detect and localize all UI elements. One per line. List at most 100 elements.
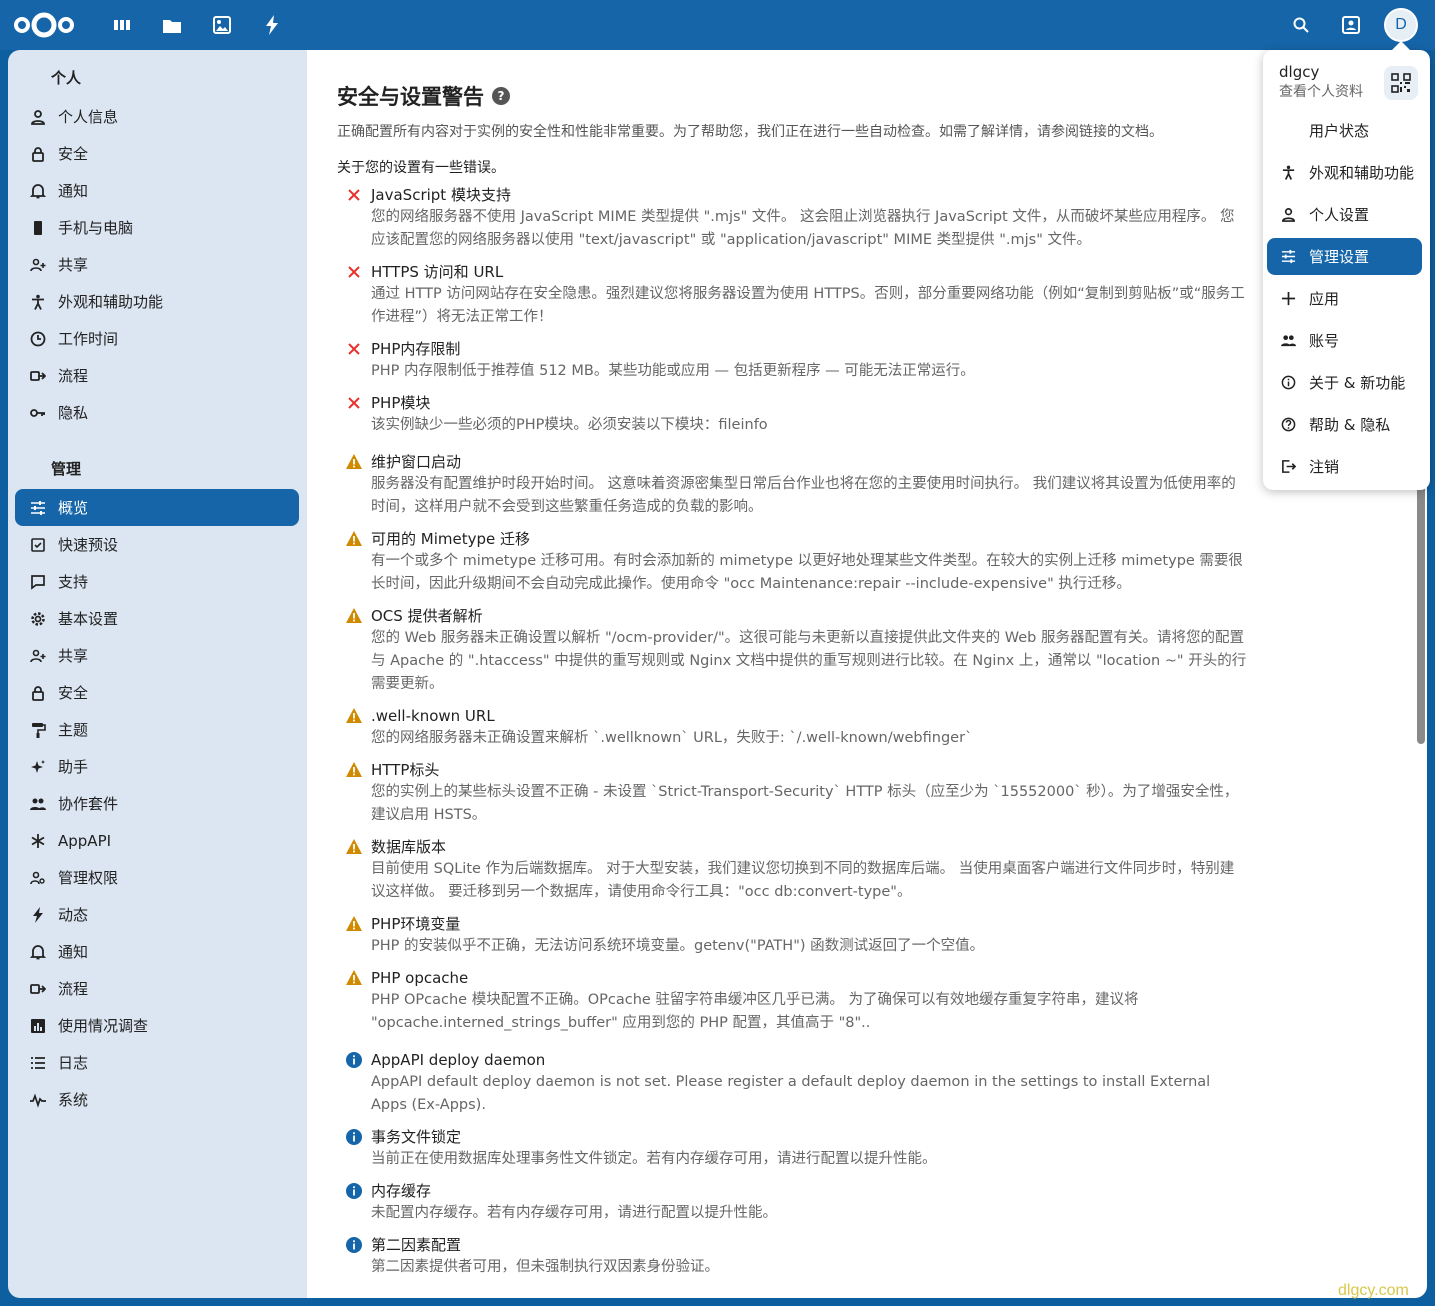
sidebar-item-collabora[interactable]: 协作套件 xyxy=(15,785,299,822)
sidebar-item-personal-info[interactable]: 个人信息 xyxy=(15,98,299,135)
check-item: 第二因素配置 第二因素提供者可用，但未强制执行双因素身份验证。 xyxy=(337,1234,1247,1279)
sidebar-item-admin-notifications[interactable]: 通知 xyxy=(15,933,299,970)
menu-item-user-status[interactable]: 用户状态 xyxy=(1267,112,1422,149)
sidebar-item-activity[interactable]: 动态 xyxy=(15,896,299,933)
sidebar-item-label: 使用情况调查 xyxy=(58,1017,149,1035)
sidebar-item-label: 系统 xyxy=(58,1091,89,1109)
sidebar-item-overview[interactable]: 概览 xyxy=(15,489,299,526)
help-icon[interactable]: ? xyxy=(492,87,510,105)
accessibility-icon xyxy=(29,293,47,311)
sidebar-item-sharing[interactable]: 共享 xyxy=(15,246,299,283)
sidebar-item-logging[interactable]: 日志 xyxy=(15,1044,299,1081)
sidebar-item-label: 管理权限 xyxy=(58,869,119,887)
menu-item-apps[interactable]: 应用 xyxy=(1267,280,1422,317)
sidebar-item-label: 隐私 xyxy=(58,404,89,422)
top-header: D xyxy=(0,0,1435,50)
settings-sidebar: 个人 个人信息 安全 通知 手机与电脑 共享 外观和辅助功能 工作时间 流程 隐… xyxy=(8,50,307,1298)
sidebar-item-admin-rights[interactable]: 管理权限 xyxy=(15,859,299,896)
sidebar-item-system[interactable]: 系统 xyxy=(15,1081,299,1118)
lock-icon xyxy=(29,145,47,163)
check-item: OCS 提供者解析 您的 Web 服务器未正确设置以解析 "/ocm-provid… xyxy=(337,605,1247,696)
check-description: 目前使用 SQLite 作为后端数据库。 对于大型安装，我们建议您切换到不同的数… xyxy=(371,861,1235,900)
sidebar-item-mobile-desktop[interactable]: 手机与电脑 xyxy=(15,209,299,246)
sidebar-item-label: 概览 xyxy=(58,499,89,517)
contacts-icon[interactable] xyxy=(1338,12,1364,38)
sidebar-item-label: 日志 xyxy=(58,1054,89,1072)
sidebar-item-admin-sharing[interactable]: 共享 xyxy=(15,637,299,674)
files-icon[interactable] xyxy=(159,12,185,38)
menu-item-help[interactable]: 帮助 & 隐私 xyxy=(1267,406,1422,443)
menu-item-appearance[interactable]: 外观和辅助功能 xyxy=(1267,154,1422,191)
menu-item-label: 账号 xyxy=(1309,332,1340,350)
avatar-initial: D xyxy=(1395,16,1407,33)
check-description: 您的 Web 服务器未正确设置以解析 "/ocm-provider/"。这很可能… xyxy=(371,630,1247,692)
activity-icon[interactable] xyxy=(259,12,285,38)
check-title: .well-known URL xyxy=(371,707,495,725)
menu-item-admin-settings[interactable]: 管理设置 xyxy=(1267,238,1422,275)
check-title: 数据库版本 xyxy=(371,838,447,856)
page-title: 安全与设置警告 ? xyxy=(337,80,1247,112)
sidebar-item-admin-flow[interactable]: 流程 xyxy=(15,970,299,1007)
warning-icon xyxy=(345,838,363,856)
bar-chart-icon xyxy=(29,1017,47,1035)
clock-icon xyxy=(29,330,47,348)
key-icon xyxy=(29,404,47,422)
sidebar-item-notifications[interactable]: 通知 xyxy=(15,172,299,209)
menu-item-accounts[interactable]: 账号 xyxy=(1267,322,1422,359)
sidebar-item-admin-security[interactable]: 安全 xyxy=(15,674,299,711)
sidebar-item-security[interactable]: 安全 xyxy=(15,135,299,172)
sidebar-item-label: 个人信息 xyxy=(58,108,119,126)
menu-item-label: 帮助 & 隐私 xyxy=(1309,416,1391,434)
sidebar-item-label: 通知 xyxy=(58,182,89,200)
menu-item-label: 管理设置 xyxy=(1309,248,1370,266)
qr-code-icon[interactable] xyxy=(1384,66,1418,100)
photos-icon[interactable] xyxy=(209,12,235,38)
avatar[interactable]: D xyxy=(1384,8,1418,42)
sidebar-item-assistant[interactable]: 助手 xyxy=(15,748,299,785)
check-description: 未配置内存缓存。若有内存缓存可用，请进行配置以提升性能。 xyxy=(371,1205,777,1221)
dashboard-icon[interactable] xyxy=(109,12,135,38)
sidebar-item-appearance[interactable]: 外观和辅助功能 xyxy=(15,283,299,320)
menu-item-logout[interactable]: 注销 xyxy=(1267,448,1422,485)
sidebar-item-appapi[interactable]: AppAPI xyxy=(15,822,299,859)
sidebar-item-privacy[interactable]: 隐私 xyxy=(15,394,299,431)
search-icon[interactable] xyxy=(1288,12,1314,38)
username: dlgcy xyxy=(1279,63,1320,81)
pulse-icon xyxy=(29,1091,47,1109)
sidebar-item-label: 通知 xyxy=(58,943,89,961)
check-list: JavaScript 模块支持 您的网络服务器不使用 JavaScript MIM… xyxy=(337,184,1247,1279)
sidebar-item-label: 主题 xyxy=(58,721,89,739)
sidebar-item-support[interactable]: 支持 xyxy=(15,563,299,600)
sidebar-item-usage-survey[interactable]: 使用情况调查 xyxy=(15,1007,299,1044)
scrollbar[interactable] xyxy=(1417,472,1425,744)
check-description: PHP OPcache 模块配置不正确。OPcache 驻留字符串缓冲区几乎已满… xyxy=(371,992,1139,1031)
sidebar-item-label: 手机与电脑 xyxy=(58,219,134,237)
menu-item-about[interactable]: 关于 & 新功能 xyxy=(1267,364,1422,401)
user-profile-link[interactable]: dlgcy 查看个人资料 xyxy=(1279,62,1363,102)
page-title-text: 安全与设置警告 xyxy=(337,85,484,109)
view-profile-link[interactable]: 查看个人资料 xyxy=(1279,82,1363,102)
asterisk-icon xyxy=(29,832,47,850)
check-description: PHP 的安装似乎不正确，无法访问系统环境变量。getenv("PATH") 函… xyxy=(371,938,985,954)
gear-icon xyxy=(29,610,47,628)
menu-item-personal-settings[interactable]: 个人设置 xyxy=(1267,196,1422,233)
check-title: 内存缓存 xyxy=(371,1182,432,1200)
check-description: 您的网络服务器不使用 JavaScript MIME 类型提供 ".mjs" 文… xyxy=(371,209,1235,248)
warning-icon xyxy=(345,707,363,725)
sidebar-item-flow[interactable]: 流程 xyxy=(15,357,299,394)
check-item: PHP opcache PHP OPcache 模块配置不正确。OPcache 驻… xyxy=(337,967,1247,1035)
list-icon xyxy=(29,1054,47,1072)
share-icon xyxy=(29,647,47,665)
nextcloud-logo[interactable] xyxy=(12,10,76,40)
check-item: HTTPS 访问和 URL 通过 HTTP 访问网站存在安全隐患。强烈建议您将服务… xyxy=(337,261,1247,329)
sidebar-item-label: 安全 xyxy=(58,145,89,163)
warning-icon xyxy=(345,915,363,933)
sidebar-item-theming[interactable]: 主题 xyxy=(15,711,299,748)
sidebar-item-basic-settings[interactable]: 基本设置 xyxy=(15,600,299,637)
check-item: 数据库版本目前使用 SQLite 作为后端数据库。 对于大型安装，我们建议您切换… xyxy=(337,836,1247,904)
sliders-icon xyxy=(1267,249,1309,264)
sidebar-item-working-hours[interactable]: 工作时间 xyxy=(15,320,299,357)
sidebar-item-label: 安全 xyxy=(58,684,89,702)
sidebar-item-label: 工作时间 xyxy=(58,330,119,348)
sidebar-item-quick-presets[interactable]: 快速预设 xyxy=(15,526,299,563)
